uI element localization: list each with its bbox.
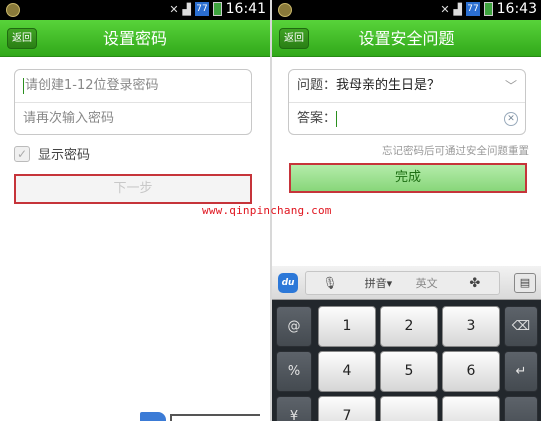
key-4[interactable]: 4: [318, 351, 376, 392]
password-form: 请创建1-12位登录密码 请再次输入密码: [14, 69, 252, 135]
notification-app-icon: [6, 3, 20, 17]
key-5[interactable]: 5: [380, 351, 438, 392]
confirm-password-input[interactable]: 请再次输入密码: [15, 102, 251, 134]
status-clock: 16:43: [496, 1, 537, 17]
keyboard-mode-bar: 🎙 拼音▾ 英文 ✤: [305, 271, 500, 295]
mute-icon: ✕: [169, 2, 179, 16]
emoji-icon[interactable]: ✤: [451, 276, 499, 291]
soft-keyboard: du 🎙 拼音▾ 英文 ✤ ▤ @ 1 2 3 ⌫ % 4 5 6 ↵ ¥ 7: [272, 266, 541, 421]
page-title: 设置密码: [102, 29, 167, 48]
done-button[interactable]: 完成: [289, 163, 527, 193]
key-1[interactable]: 1: [318, 306, 376, 347]
key-yuan[interactable]: ¥: [276, 396, 312, 421]
question-value: 我母亲的生日是？: [336, 78, 441, 93]
question-select[interactable]: 问题：我母亲的生日是？ ﹀: [289, 70, 525, 102]
show-password-label: 显示密码: [38, 148, 91, 163]
chevron-down-icon: ﹀: [504, 79, 517, 93]
key-8[interactable]: [380, 396, 438, 421]
microphone-icon[interactable]: 🎙: [306, 276, 354, 290]
title-bar: 返回 设置密码: [0, 20, 270, 57]
mute-icon: ✕: [440, 2, 450, 16]
key-2[interactable]: 2: [380, 306, 438, 347]
text-cursor: [23, 77, 24, 94]
sim-badge-icon: 77: [466, 2, 480, 16]
watermark-text: www.qinpinchang.com: [202, 204, 332, 217]
key-percent[interactable]: %: [276, 351, 312, 392]
signal-icon: ▟: [453, 2, 462, 16]
key-6[interactable]: 6: [442, 351, 500, 392]
battery-icon: [484, 2, 493, 16]
signal-icon: ▟: [182, 2, 191, 16]
pinyin-mode[interactable]: 拼音▾: [354, 275, 402, 291]
checkbox-icon[interactable]: ✓: [14, 145, 30, 162]
keyboard-toolbar: du 🎙 拼音▾ 英文 ✤ ▤: [272, 266, 541, 300]
key-7[interactable]: 7: [318, 396, 376, 421]
status-bar: ✕ ▟ 77 16:43: [272, 0, 541, 20]
answer-input[interactable]: 答案： ✕: [289, 102, 525, 134]
question-label: 问题：: [297, 78, 337, 93]
text-cursor: [336, 110, 338, 127]
baidu-input-logo-icon[interactable]: du: [278, 273, 298, 293]
status-clock: 16:41: [225, 1, 266, 17]
key-9[interactable]: [442, 396, 500, 421]
keyboard-hide-icon[interactable]: ▤: [514, 273, 536, 293]
reset-hint: 忘记密码后可通过安全问题重置: [382, 145, 529, 157]
status-icons: ✕ ▟ 77: [169, 2, 222, 16]
page-title: 设置安全问题: [358, 29, 455, 48]
security-question-form: 问题：我母亲的生日是？ ﹀ 答案： ✕: [288, 69, 526, 135]
sim-badge-icon: 77: [195, 2, 209, 16]
english-mode[interactable]: 英文: [403, 275, 451, 291]
enter-icon[interactable]: ↵: [504, 351, 538, 392]
status-icons: ✕ ▟ 77: [440, 2, 493, 16]
key-side[interactable]: [504, 396, 538, 421]
key-at[interactable]: @: [276, 306, 312, 347]
battery-icon: [213, 2, 222, 16]
password-input[interactable]: 请创建1-12位登录密码: [15, 70, 251, 102]
key-3[interactable]: 3: [442, 306, 500, 347]
backspace-icon[interactable]: ⌫: [504, 306, 538, 347]
site-logo-fragment: [140, 412, 260, 421]
next-button[interactable]: 下一步: [14, 174, 252, 204]
status-bar: ✕ ▟ 77 16:41: [0, 0, 270, 20]
show-password-toggle[interactable]: ✓ 显示密码: [14, 144, 90, 163]
title-bar: 返回 设置安全问题: [272, 20, 541, 57]
answer-label: 答案：: [297, 111, 337, 126]
notification-app-icon: [278, 3, 292, 17]
clear-icon[interactable]: ✕: [504, 112, 518, 126]
